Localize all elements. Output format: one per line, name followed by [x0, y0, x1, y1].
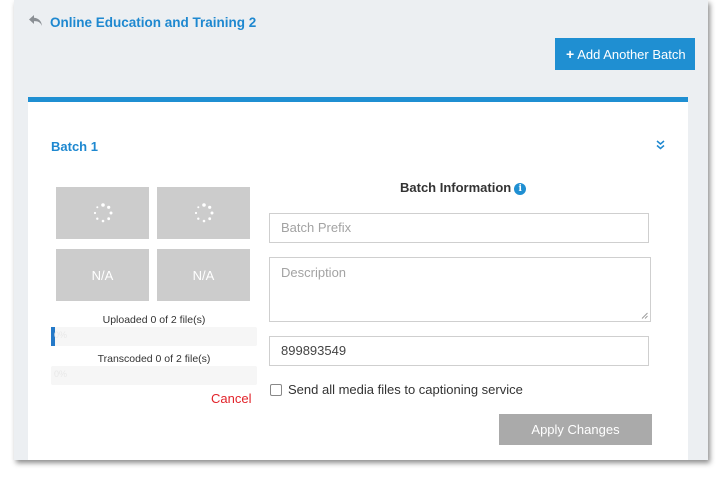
transcoded-status: Transcoded 0 of 2 file(s) [97, 353, 211, 365]
upload-progress-text: 0% [54, 330, 68, 340]
description-placeholder: Description [281, 265, 347, 280]
page-title[interactable]: Online Education and Training 2 [50, 15, 256, 30]
media-thumbnail[interactable]: N/A [56, 249, 149, 301]
spinner-icon [194, 203, 213, 223]
captioning-option: Send all media files to captioning servi… [270, 382, 523, 397]
transcode-progress-bar: 0% [51, 366, 257, 385]
batch-card: Batch 1 N/A N/A Uploaded 0 of 2 file(s) … [28, 97, 688, 460]
batch-info-heading-text: Batch Information [400, 180, 512, 195]
add-another-batch-button[interactable]: + Add Another Batch [555, 38, 695, 70]
batch-id-input[interactable]: 899893549 [269, 336, 649, 366]
spinner-icon [93, 203, 112, 223]
description-textarea[interactable]: Description [269, 257, 651, 322]
undo-arrow-icon[interactable] [28, 14, 44, 28]
info-circle-icon[interactable]: i [514, 183, 527, 195]
apply-changes-button[interactable]: Apply Changes [499, 414, 652, 445]
upload-progress-bar: 0% [51, 327, 257, 346]
batch-title: Batch 1 [51, 139, 98, 154]
media-thumbnail[interactable] [157, 187, 250, 239]
add-batch-label: Add Another Batch [577, 47, 686, 62]
captioning-checkbox[interactable] [270, 383, 282, 396]
transcode-progress-text: 0% [54, 369, 68, 379]
resize-grip-icon[interactable] [641, 312, 648, 319]
double-chevron-down-icon[interactable] [656, 140, 665, 153]
batch-prefix-input[interactable]: Batch Prefix [269, 213, 649, 243]
plus-icon: + [566, 46, 575, 62]
media-thumbnail[interactable] [56, 187, 149, 239]
uploaded-status: Uploaded 0 of 2 file(s) [102, 314, 206, 326]
app-window: Online Education and Training 2 + Add Ano… [14, 0, 708, 460]
captioning-label[interactable]: Send all media files to captioning servi… [288, 382, 523, 397]
cancel-link[interactable]: Cancel [211, 391, 251, 406]
batch-info-heading: Batch Information i [400, 180, 527, 195]
media-thumbnail[interactable]: N/A [157, 249, 250, 301]
